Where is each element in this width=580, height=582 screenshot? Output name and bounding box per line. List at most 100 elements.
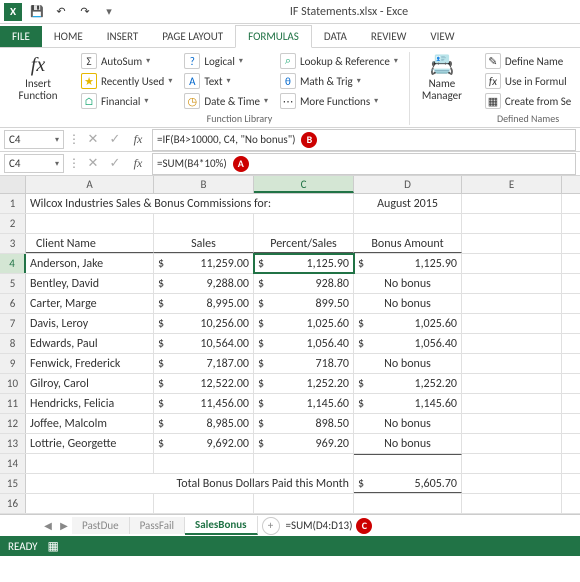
- cell[interactable]: No bonus: [354, 354, 462, 373]
- cell[interactable]: [254, 494, 354, 513]
- cell[interactable]: $9,288.00: [154, 274, 254, 293]
- cell[interactable]: $1,145.60: [354, 394, 462, 413]
- formula-input-b[interactable]: =IF(B4>10000, C4, "No bonus") B: [152, 129, 576, 151]
- cell[interactable]: $9,692.00: [154, 434, 254, 453]
- define-name-button[interactable]: ✎Define Name: [482, 52, 574, 70]
- prev-sheet-icon[interactable]: ◀: [40, 519, 56, 532]
- row-header[interactable]: 6: [0, 294, 26, 313]
- redo-icon[interactable]: ↷: [76, 3, 94, 21]
- cell[interactable]: [462, 294, 562, 313]
- create-from-selection-button[interactable]: ▦Create from Se: [482, 92, 574, 110]
- lookup-ref-button[interactable]: ⌕Lookup & Reference▾: [277, 52, 401, 70]
- cell[interactable]: $1,125.90: [254, 254, 354, 273]
- cell[interactable]: $1,125.90: [354, 254, 462, 273]
- cell[interactable]: $8,985.00: [154, 414, 254, 433]
- cell[interactable]: Bonus Amount: [354, 234, 462, 253]
- row-header[interactable]: 3: [0, 234, 26, 253]
- cell[interactable]: No bonus: [354, 274, 462, 293]
- formula-input-a[interactable]: =SUM(B4*10%) A: [152, 153, 576, 175]
- cell[interactable]: $969.20: [254, 434, 354, 453]
- cell[interactable]: [154, 494, 254, 513]
- cell[interactable]: [254, 214, 354, 233]
- sheet-tab-salesbonus[interactable]: SalesBonus: [185, 516, 258, 535]
- next-sheet-icon[interactable]: ▶: [56, 519, 72, 532]
- cell[interactable]: [462, 354, 562, 373]
- col-header-d[interactable]: D: [354, 176, 462, 193]
- cell[interactable]: [254, 454, 354, 473]
- cell[interactable]: $11,456.00: [154, 394, 254, 413]
- cell[interactable]: Davis, Leroy: [26, 314, 154, 333]
- cell[interactable]: $12,522.00: [154, 374, 254, 393]
- cell[interactable]: $1,025.60: [254, 314, 354, 333]
- cell[interactable]: Joffee, Malcolm: [26, 414, 154, 433]
- cell[interactable]: [26, 494, 154, 513]
- row-header[interactable]: 15: [0, 474, 26, 493]
- row-header[interactable]: 11: [0, 394, 26, 413]
- cell[interactable]: $1,252.20: [354, 374, 462, 393]
- cell[interactable]: August 2015: [354, 194, 462, 213]
- tab-review[interactable]: REVIEW: [359, 26, 419, 47]
- cell[interactable]: [462, 234, 562, 253]
- cell[interactable]: [154, 454, 254, 473]
- cell[interactable]: [26, 454, 154, 473]
- cell[interactable]: $898.50: [254, 414, 354, 433]
- cell[interactable]: Lottrie, Georgette: [26, 434, 154, 453]
- tab-insert[interactable]: INSERT: [95, 26, 151, 47]
- tab-formulas[interactable]: FORMULAS: [235, 25, 312, 48]
- cell[interactable]: [462, 394, 562, 413]
- cell[interactable]: [462, 474, 562, 493]
- cell[interactable]: [354, 214, 462, 233]
- qat-dropdown-icon[interactable]: ▾: [100, 3, 118, 21]
- row-header[interactable]: 12: [0, 414, 26, 433]
- tab-page-layout[interactable]: PAGE LAYOUT: [150, 26, 235, 47]
- cell[interactable]: No bonus: [354, 294, 462, 313]
- name-box-b[interactable]: C4▾: [4, 130, 64, 149]
- cell[interactable]: $1,025.60: [354, 314, 462, 333]
- cell[interactable]: No bonus: [354, 434, 462, 453]
- cell[interactable]: $1,056.40: [354, 334, 462, 353]
- cell[interactable]: Hendricks, Felicia: [26, 394, 154, 413]
- cell[interactable]: $1,056.40: [254, 334, 354, 353]
- col-header-a[interactable]: A: [26, 176, 154, 193]
- fx-icon[interactable]: fx: [128, 132, 148, 147]
- row-header[interactable]: 7: [0, 314, 26, 333]
- enter-icon[interactable]: ✓: [106, 156, 124, 171]
- name-box-a[interactable]: C4▾: [4, 154, 64, 173]
- cell[interactable]: Anderson, Jake: [26, 254, 154, 273]
- cell[interactable]: [154, 214, 254, 233]
- text-button[interactable]: AText▾: [181, 72, 271, 90]
- tab-home[interactable]: HOME: [42, 26, 95, 47]
- row-header[interactable]: 5: [0, 274, 26, 293]
- cell[interactable]: Wilcox Industries Sales & Bonus Commissi…: [26, 194, 354, 213]
- row-header[interactable]: 14: [0, 454, 26, 473]
- cell[interactable]: Carter, Marge: [26, 294, 154, 313]
- date-time-button[interactable]: ◷Date & Time▾: [181, 92, 271, 110]
- cell[interactable]: Total Bonus Dollars Paid this Month: [26, 474, 354, 493]
- cell[interactable]: No bonus: [354, 414, 462, 433]
- cell[interactable]: [462, 194, 562, 213]
- cell[interactable]: Fenwick, Frederick: [26, 354, 154, 373]
- row-header[interactable]: 2: [0, 214, 26, 233]
- cell[interactable]: [462, 214, 562, 233]
- sheet-tab-pastdue[interactable]: PastDue: [72, 517, 130, 534]
- use-in-formula-button[interactable]: fxUse in Formul: [482, 72, 574, 90]
- row-header[interactable]: 8: [0, 334, 26, 353]
- row-header[interactable]: 1: [0, 194, 26, 213]
- cancel-icon[interactable]: ✕: [84, 132, 102, 147]
- cell[interactable]: Sales: [154, 234, 254, 253]
- name-manager-button[interactable]: 📇 Name Manager: [418, 52, 466, 104]
- tab-data[interactable]: DATA: [312, 26, 359, 47]
- cell[interactable]: Gilroy, Carol: [26, 374, 154, 393]
- cell[interactable]: $718.70: [254, 354, 354, 373]
- cell[interactable]: [462, 454, 562, 473]
- macro-record-icon[interactable]: ▦: [48, 539, 59, 554]
- row-header[interactable]: 16: [0, 494, 26, 513]
- cell[interactable]: [354, 454, 462, 473]
- row-header[interactable]: 4: [0, 254, 26, 273]
- tab-file[interactable]: FILE: [0, 26, 42, 47]
- cell[interactable]: [354, 494, 462, 513]
- cell[interactable]: $899.50: [254, 294, 354, 313]
- col-header-e[interactable]: E: [462, 176, 562, 193]
- cell[interactable]: $1,145.60: [254, 394, 354, 413]
- col-header-c[interactable]: C: [254, 176, 354, 193]
